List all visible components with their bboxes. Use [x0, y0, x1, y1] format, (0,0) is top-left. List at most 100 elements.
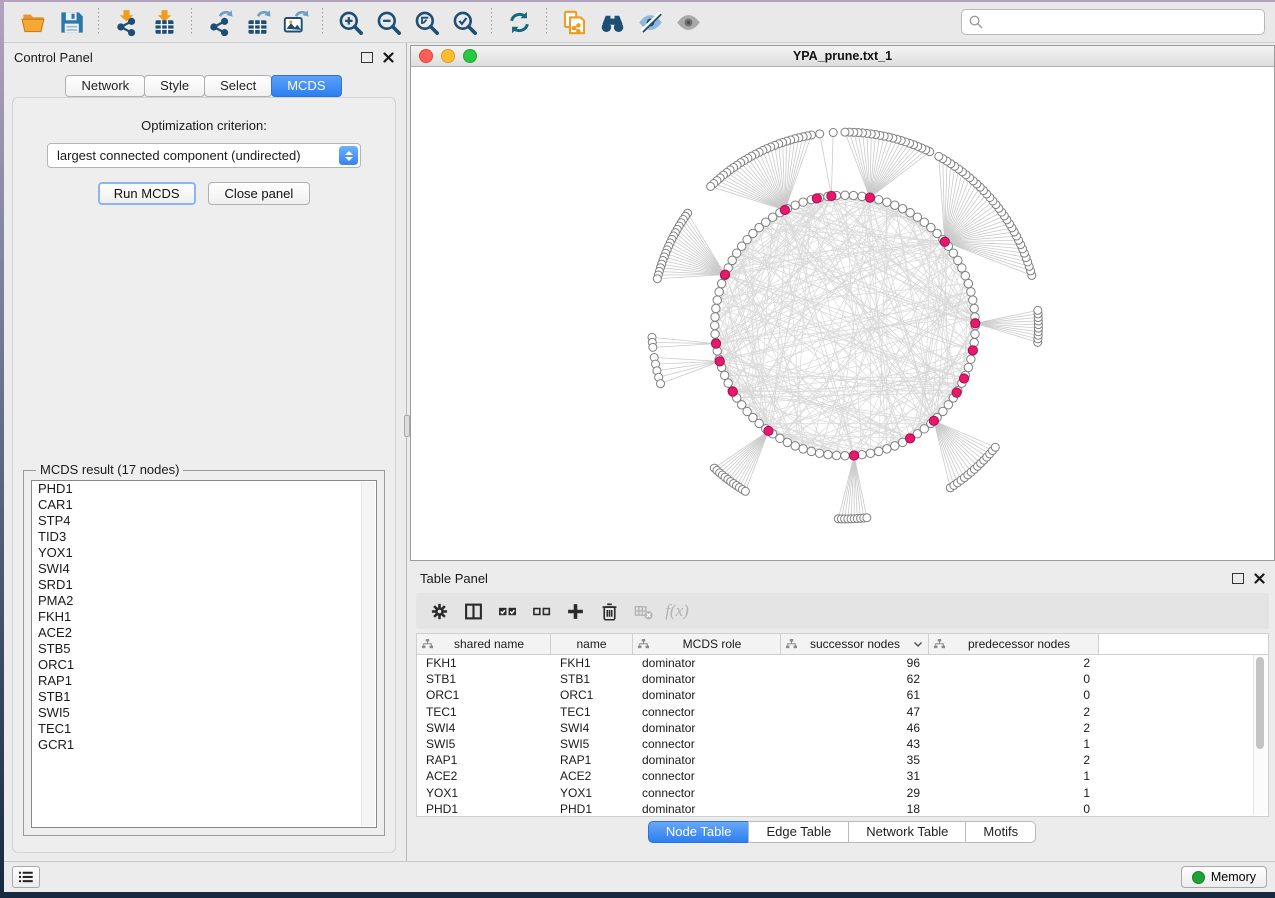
- table-cell[interactable]: connector: [633, 705, 781, 719]
- column-header-predecessor-nodes[interactable]: predecessor nodes: [929, 634, 1099, 654]
- mcds-node-item[interactable]: YOX1: [32, 545, 376, 561]
- table-cell[interactable]: 46: [781, 721, 929, 735]
- hide-selected-icon[interactable]: [633, 6, 667, 38]
- table-cell[interactable]: connector: [633, 769, 781, 783]
- close-traffic-light[interactable]: [419, 49, 433, 63]
- column-header-name[interactable]: name: [551, 634, 633, 654]
- table-cell[interactable]: 47: [781, 705, 929, 719]
- table-row[interactable]: SWI5SWI5connector431: [417, 736, 1268, 752]
- settings-gear-icon[interactable]: [424, 597, 454, 625]
- mcds-node-item[interactable]: RAP1: [32, 673, 376, 689]
- table-row[interactable]: YOX1YOX1connector291: [417, 785, 1268, 801]
- show-columns-icon[interactable]: [458, 597, 488, 625]
- table-cell[interactable]: 31: [781, 769, 929, 783]
- search-input[interactable]: [988, 14, 1257, 31]
- close-icon[interactable]: [1254, 573, 1265, 584]
- run-mcds-button[interactable]: Run MCDS: [98, 182, 196, 205]
- export-network-icon[interactable]: [202, 6, 236, 38]
- table-cell[interactable]: RAP1: [551, 753, 633, 767]
- mcds-node-item[interactable]: SRD1: [32, 577, 376, 593]
- table-cell[interactable]: 43: [781, 737, 929, 751]
- table-cell[interactable]: dominator: [633, 802, 781, 816]
- table-cell[interactable]: SWI4: [551, 721, 633, 735]
- zoom-fit-icon[interactable]: [409, 6, 443, 38]
- zoom-out-icon[interactable]: [371, 6, 405, 38]
- first-neighbors-icon[interactable]: [595, 6, 629, 38]
- table-cell[interactable]: 2: [929, 705, 1099, 719]
- search-box[interactable]: [961, 9, 1265, 35]
- mcds-node-item[interactable]: PHD1: [32, 481, 376, 497]
- table-cell[interactable]: 35: [781, 753, 929, 767]
- zoom-in-icon[interactable]: [333, 6, 367, 38]
- tab-node-table[interactable]: Node Table: [648, 821, 750, 843]
- duplicate-network-icon[interactable]: [557, 6, 591, 38]
- table-cell[interactable]: PHD1: [417, 802, 551, 816]
- save-session-icon[interactable]: [54, 6, 88, 38]
- mcds-node-item[interactable]: ORC1: [32, 657, 376, 673]
- table-cell[interactable]: dominator: [633, 656, 781, 670]
- panel-splitter[interactable]: [404, 43, 410, 861]
- mcds-node-item[interactable]: SWI4: [32, 561, 376, 577]
- splitter-handle-icon[interactable]: [404, 415, 410, 437]
- table-row[interactable]: RAP1RAP1dominator352: [417, 752, 1268, 768]
- table-row[interactable]: FKH1FKH1dominator962: [417, 655, 1268, 671]
- zoom-selected-icon[interactable]: [447, 6, 481, 38]
- float-icon[interactable]: [361, 52, 373, 63]
- table-cell[interactable]: STB1: [551, 672, 633, 686]
- table-row[interactable]: STB1STB1dominator620: [417, 671, 1268, 687]
- mcds-result-list[interactable]: PHD1CAR1STP4TID3YOX1SWI4SRD1PMA2FKH1ACE2…: [31, 480, 377, 828]
- criterion-select[interactable]: largest connected component (undirected): [47, 143, 361, 168]
- zoom-traffic-light[interactable]: [463, 49, 477, 63]
- add-icon[interactable]: [560, 597, 590, 625]
- delete-icon[interactable]: [594, 597, 624, 625]
- mcds-node-item[interactable]: ACE2: [32, 625, 376, 641]
- mcds-node-item[interactable]: GCR1: [32, 737, 376, 753]
- table-cell[interactable]: 0: [929, 688, 1099, 702]
- show-all-icon[interactable]: [671, 6, 705, 38]
- table-cell[interactable]: ACE2: [551, 769, 633, 783]
- table-row[interactable]: ORC1ORC1dominator610: [417, 687, 1268, 703]
- import-network-icon[interactable]: [109, 6, 143, 38]
- table-cell[interactable]: 29: [781, 786, 929, 800]
- mcds-node-item[interactable]: STB5: [32, 641, 376, 657]
- table-cell[interactable]: 1: [929, 769, 1099, 783]
- tab-network-table[interactable]: Network Table: [848, 821, 966, 843]
- mcds-node-item[interactable]: PMA2: [32, 593, 376, 609]
- table-cell[interactable]: TEC1: [551, 705, 633, 719]
- tab-style[interactable]: Style: [144, 75, 205, 97]
- table-row[interactable]: TEC1TEC1connector472: [417, 704, 1268, 720]
- table-cell[interactable]: 0: [929, 802, 1099, 816]
- table-row[interactable]: SWI4SWI4dominator462: [417, 720, 1268, 736]
- mcds-node-item[interactable]: FKH1: [32, 609, 376, 625]
- table-cell[interactable]: 61: [781, 688, 929, 702]
- tab-edge-table[interactable]: Edge Table: [748, 821, 849, 843]
- close-icon[interactable]: [383, 52, 394, 63]
- table-cell[interactable]: dominator: [633, 721, 781, 735]
- export-table-icon[interactable]: [240, 6, 274, 38]
- table-cell[interactable]: RAP1: [417, 753, 551, 767]
- table-cell[interactable]: STB1: [417, 672, 551, 686]
- table-scrollbar-thumb[interactable]: [1256, 657, 1264, 749]
- float-icon[interactable]: [1232, 573, 1244, 584]
- tab-network[interactable]: Network: [65, 75, 145, 97]
- table-cell[interactable]: YOX1: [417, 786, 551, 800]
- task-history-icon[interactable]: [12, 866, 40, 888]
- minimize-traffic-light[interactable]: [441, 49, 455, 63]
- tab-mcds[interactable]: MCDS: [271, 75, 341, 97]
- table-cell[interactable]: ORC1: [551, 688, 633, 702]
- table-cell[interactable]: ORC1: [417, 688, 551, 702]
- mcds-node-item[interactable]: CAR1: [32, 497, 376, 513]
- table-cell[interactable]: FKH1: [551, 656, 633, 670]
- network-window-titlebar[interactable]: YPA_prune.txt_1: [411, 46, 1274, 67]
- column-header-successor-nodes[interactable]: successor nodes: [781, 634, 929, 654]
- table-cell[interactable]: 96: [781, 656, 929, 670]
- table-cell[interactable]: YOX1: [551, 786, 633, 800]
- tab-select[interactable]: Select: [204, 75, 272, 97]
- open-file-icon[interactable]: [16, 6, 50, 38]
- table-row[interactable]: PHD1PHD1dominator180: [417, 801, 1268, 817]
- table-cell[interactable]: dominator: [633, 688, 781, 702]
- apply-layout-icon[interactable]: [502, 6, 536, 38]
- table-cell[interactable]: 18: [781, 802, 929, 816]
- table-cell[interactable]: 2: [929, 656, 1099, 670]
- table-cell[interactable]: 2: [929, 721, 1099, 735]
